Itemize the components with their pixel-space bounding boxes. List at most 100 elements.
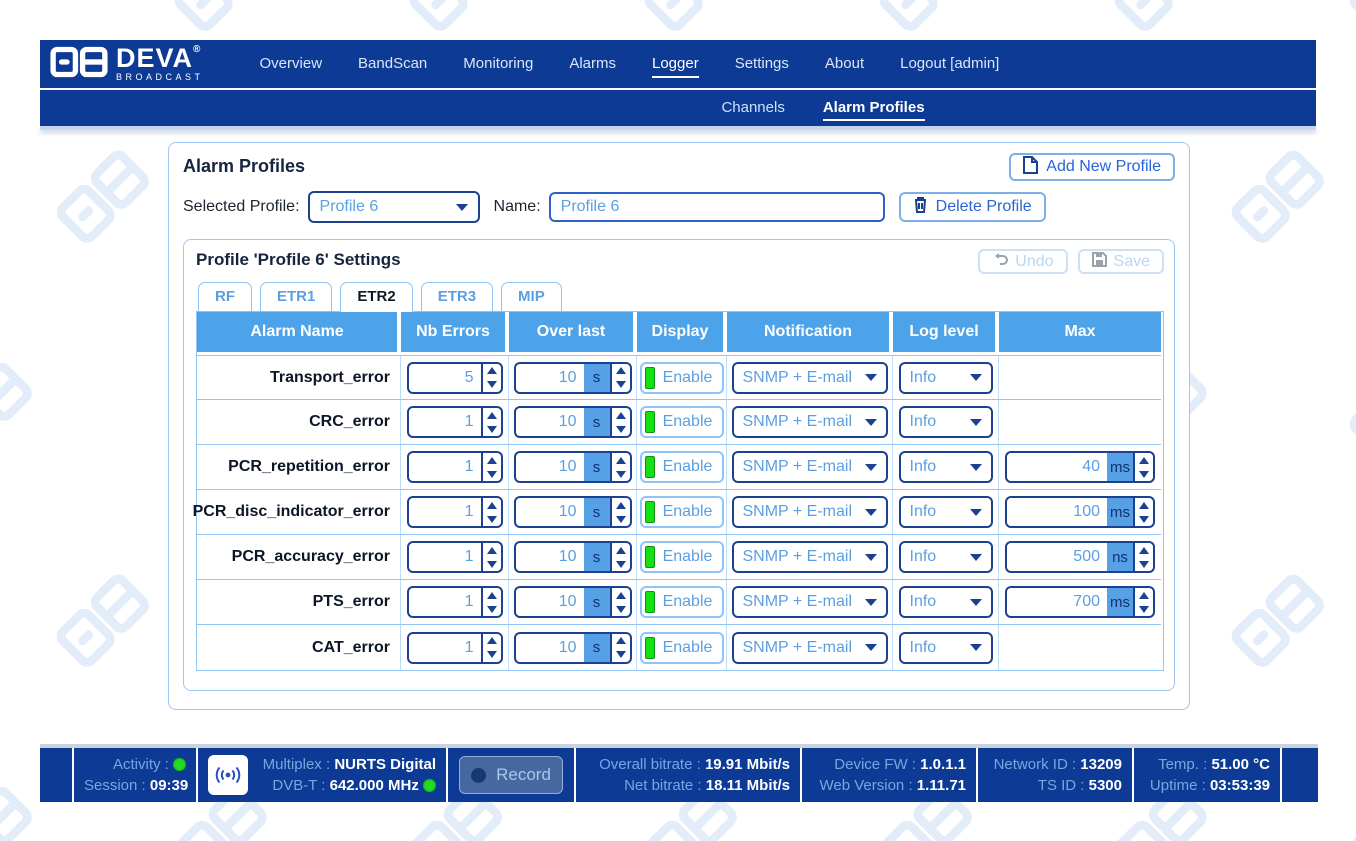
spinner-arrows[interactable] bbox=[481, 408, 501, 436]
over-last-spinner[interactable]: 10 s bbox=[514, 406, 632, 438]
col-header-display: Display bbox=[637, 312, 727, 355]
max-spinner[interactable]: 40 ms bbox=[1005, 451, 1155, 483]
notification-cell: SNMP + E-mail bbox=[727, 355, 893, 400]
log-level-select[interactable]: Info bbox=[899, 496, 993, 528]
subnav-item-alarm-profiles[interactable]: Alarm Profiles bbox=[823, 96, 925, 121]
display-enable-button[interactable]: Enable bbox=[640, 406, 724, 438]
log-level-select[interactable]: Info bbox=[899, 451, 993, 483]
over-last-spinner[interactable]: 10 s bbox=[514, 632, 632, 664]
nav-item-about[interactable]: About bbox=[825, 51, 864, 78]
spinner-arrows[interactable] bbox=[481, 364, 501, 392]
undo-button[interactable]: Undo bbox=[978, 249, 1067, 274]
log-level-cell: Info bbox=[893, 625, 999, 670]
spinner-arrows[interactable] bbox=[610, 364, 630, 392]
save-button[interactable]: Save bbox=[1078, 249, 1164, 274]
max-spinner[interactable]: 100 ms bbox=[1005, 496, 1155, 528]
spinner-arrows[interactable] bbox=[610, 588, 630, 616]
tab-etr2[interactable]: ETR2 bbox=[340, 282, 412, 312]
spinner-arrows[interactable] bbox=[610, 634, 630, 662]
spinner-arrows[interactable] bbox=[1133, 543, 1153, 571]
multiplex-value: NURTS Digital bbox=[334, 756, 436, 773]
unit-label: s bbox=[584, 364, 610, 392]
spinner-arrows[interactable] bbox=[610, 453, 630, 481]
spinner-arrows[interactable] bbox=[481, 498, 501, 526]
tab-rf[interactable]: RF bbox=[198, 282, 252, 312]
nb-errors-spinner[interactable]: 1 bbox=[407, 541, 503, 573]
max-spinner[interactable]: 700 ms bbox=[1005, 586, 1155, 618]
log-level-select[interactable]: Info bbox=[899, 586, 993, 618]
alarm-profiles-panel: Alarm Profiles Add New Profile Selected … bbox=[168, 142, 1190, 710]
nav-item-monitoring[interactable]: Monitoring bbox=[463, 51, 533, 78]
nb-errors-cell: 1 bbox=[401, 535, 509, 580]
nav-item-logout[interactable]: Logout [admin] bbox=[900, 51, 999, 78]
max-cell: 500 ns bbox=[999, 535, 1161, 580]
log-level-cell: Info bbox=[893, 355, 999, 400]
log-level-select[interactable]: Info bbox=[899, 362, 993, 394]
display-enable-button[interactable]: Enable bbox=[640, 496, 724, 528]
max-spinner[interactable]: 500 ns bbox=[1005, 541, 1155, 573]
record-button[interactable]: Record bbox=[459, 756, 563, 794]
display-cell: Enable bbox=[637, 535, 727, 580]
tab-mip[interactable]: MIP bbox=[501, 282, 562, 312]
notification-select[interactable]: SNMP + E-mail bbox=[732, 451, 888, 483]
max-cell bbox=[999, 355, 1161, 400]
selected-profile-select[interactable]: Profile 6 bbox=[308, 191, 480, 223]
display-enable-button[interactable]: Enable bbox=[640, 632, 724, 664]
spinner-arrows[interactable] bbox=[1133, 453, 1153, 481]
display-cell: Enable bbox=[637, 625, 727, 670]
nav-item-logger[interactable]: Logger bbox=[652, 51, 699, 78]
trash-icon bbox=[913, 196, 928, 218]
spinner-arrows[interactable] bbox=[1133, 498, 1153, 526]
nav-item-overview[interactable]: Overview bbox=[260, 51, 323, 78]
brand-text: DEVA® BROADCAST bbox=[116, 45, 204, 82]
nav-item-settings[interactable]: Settings bbox=[735, 51, 789, 78]
spinner-arrows[interactable] bbox=[610, 408, 630, 436]
notification-select[interactable]: SNMP + E-mail bbox=[732, 496, 888, 528]
log-level-select[interactable]: Info bbox=[899, 541, 993, 573]
tab-etr1[interactable]: ETR1 bbox=[260, 282, 332, 312]
over-last-spinner[interactable]: 10 s bbox=[514, 496, 632, 528]
display-enable-button[interactable]: Enable bbox=[640, 451, 724, 483]
status-bitrates: Overall bitrate : 19.91 Mbit/s Net bitra… bbox=[576, 748, 800, 802]
notification-select[interactable]: SNMP + E-mail bbox=[732, 541, 888, 573]
over-last-spinner[interactable]: 10 s bbox=[514, 541, 632, 573]
display-enable-button[interactable]: Enable bbox=[640, 541, 724, 573]
notification-select[interactable]: SNMP + E-mail bbox=[732, 362, 888, 394]
nb-errors-spinner[interactable]: 1 bbox=[407, 496, 503, 528]
nb-errors-spinner[interactable]: 1 bbox=[407, 451, 503, 483]
device-fw-label: Device FW : bbox=[834, 756, 916, 773]
over-last-spinner[interactable]: 10 s bbox=[514, 586, 632, 618]
delete-profile-button[interactable]: Delete Profile bbox=[899, 192, 1046, 222]
undo-label: Undo bbox=[1015, 253, 1053, 271]
over-last-spinner[interactable]: 10 s bbox=[514, 451, 632, 483]
spinner-arrows[interactable] bbox=[481, 634, 501, 662]
spinner-arrows[interactable] bbox=[610, 543, 630, 571]
log-level-select[interactable]: Info bbox=[899, 406, 993, 438]
over-last-cell: 10 s bbox=[509, 445, 637, 490]
nav-item-alarms[interactable]: Alarms bbox=[569, 51, 616, 78]
display-enable-button[interactable]: Enable bbox=[640, 586, 724, 618]
spinner-arrows[interactable] bbox=[610, 498, 630, 526]
log-level-select[interactable]: Info bbox=[899, 632, 993, 664]
nav-item-bandscan[interactable]: BandScan bbox=[358, 51, 427, 78]
spinner-arrows[interactable] bbox=[481, 543, 501, 571]
spinner-arrows[interactable] bbox=[481, 588, 501, 616]
spinner-arrows[interactable] bbox=[481, 453, 501, 481]
alarm-table: Alarm Name Nb Errors Over last Display N… bbox=[196, 311, 1164, 671]
notification-select[interactable]: SNMP + E-mail bbox=[732, 586, 888, 618]
nb-errors-spinner[interactable]: 1 bbox=[407, 632, 503, 664]
spinner-arrows[interactable] bbox=[1133, 588, 1153, 616]
profile-name-input[interactable] bbox=[549, 192, 885, 222]
tab-etr3[interactable]: ETR3 bbox=[421, 282, 493, 312]
chevron-down-icon bbox=[865, 644, 877, 651]
add-new-profile-button[interactable]: Add New Profile bbox=[1009, 153, 1175, 181]
over-last-spinner[interactable]: 10 s bbox=[514, 362, 632, 394]
notification-select[interactable]: SNMP + E-mail bbox=[732, 406, 888, 438]
nb-errors-spinner[interactable]: 5 bbox=[407, 362, 503, 394]
display-enable-button[interactable]: Enable bbox=[640, 362, 724, 394]
notification-select[interactable]: SNMP + E-mail bbox=[732, 632, 888, 664]
subnav-item-channels[interactable]: Channels bbox=[721, 96, 784, 121]
nb-errors-spinner[interactable]: 1 bbox=[407, 586, 503, 618]
status-activity: Activity : Session : 09:39 bbox=[74, 748, 196, 802]
nb-errors-spinner[interactable]: 1 bbox=[407, 406, 503, 438]
